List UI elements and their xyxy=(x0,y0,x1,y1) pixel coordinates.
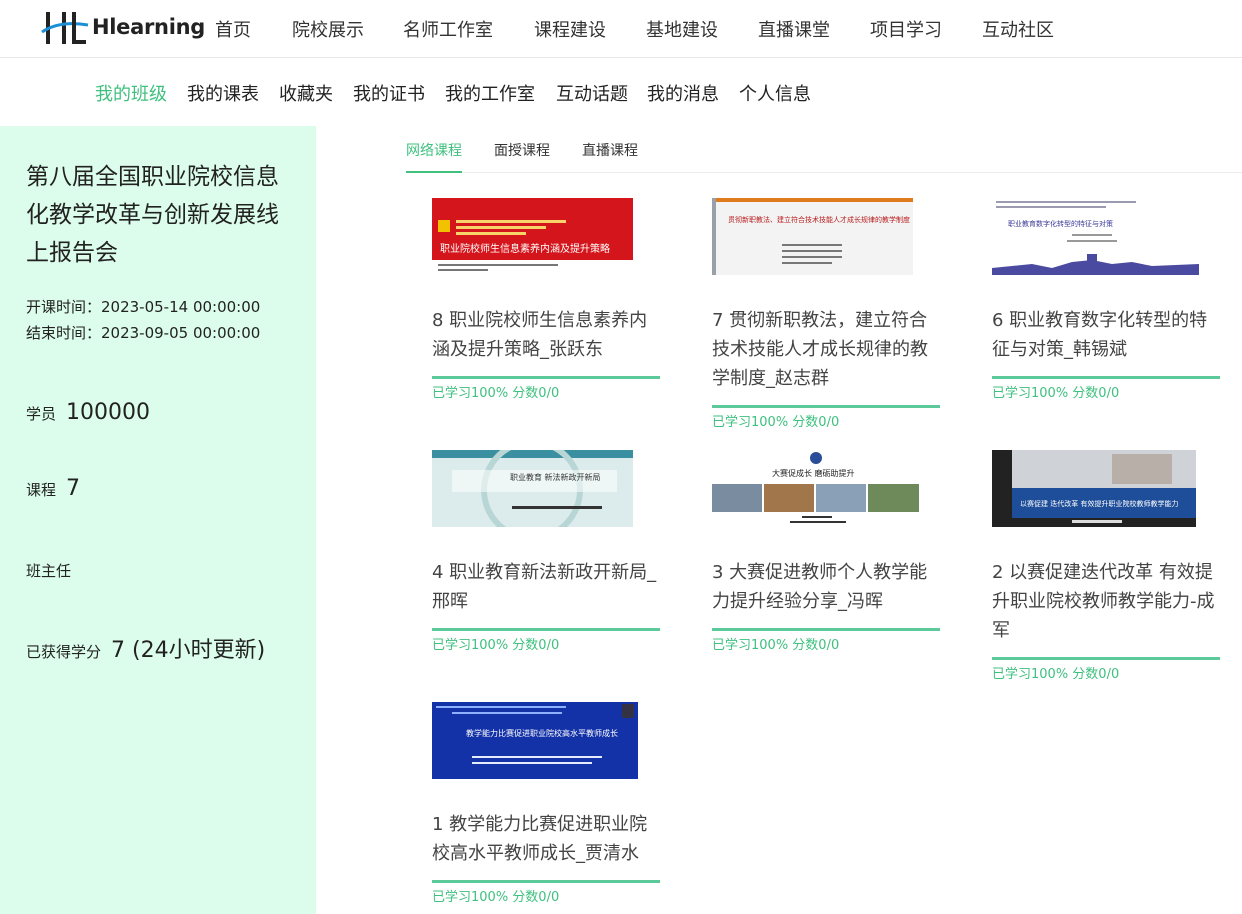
nav-item-project-learning[interactable]: 项目学习 xyxy=(870,16,942,42)
thumb-caption: 以赛促建 迭代改革 有效提升职业院校教师教学能力 xyxy=(1020,499,1178,508)
progress-text: 已学习100% 分数0/0 xyxy=(712,638,840,653)
course-thumbnail[interactable]: 贯彻新职教法、建立符合技术技能人才成长规律的教学制度 xyxy=(712,198,913,275)
course-card[interactable]: 职业院校师生信息素养内涵及提升策略 8 职业院校师生信息素养内涵及提升策略_张跃… xyxy=(432,198,660,408)
students-label: 学员 xyxy=(26,405,57,423)
progress-text: 已学习100% 分数0/0 xyxy=(992,386,1120,401)
tab-offline-courses[interactable]: 面授课程 xyxy=(494,140,550,171)
course-thumbnail[interactable]: 以赛促建 迭代改革 有效提升职业院校教师教学能力 xyxy=(992,450,1196,527)
course-card[interactable]: 职业教育数字化转型的特征与对策 6 职业教育数字化转型的特征与对策_韩锡斌 已学… xyxy=(992,198,1220,408)
end-time: 结束时间：2023-09-05 00:00:00 xyxy=(26,324,261,342)
tab-online-courses[interactable]: 网络课程 xyxy=(406,140,462,173)
credits-value: 7 (24小时更新) xyxy=(111,638,266,663)
logo-wordmark: Hlearning xyxy=(92,15,205,39)
nav-item-community[interactable]: 互动社区 xyxy=(982,16,1054,42)
courses-value: 7 xyxy=(66,476,81,501)
progress-bar xyxy=(992,376,1220,379)
course-thumbnail[interactable]: 职业教育 新法新政开新局 xyxy=(432,450,633,527)
top-navigation-bar: Hlearning 首页 院校展示 名师工作室 课程建设 基地建设 直播课堂 项… xyxy=(0,0,1242,58)
course-title[interactable]: 8 职业院校师生信息素养内涵及提升策略_张跃东 xyxy=(432,306,660,364)
nav-item-home[interactable]: 首页 xyxy=(215,16,251,42)
progress-bar xyxy=(432,628,660,631)
subnav-certificates[interactable]: 我的证书 xyxy=(353,80,425,106)
progress-bar xyxy=(432,376,660,379)
sub-navigation: 我的班级 我的课表 收藏夹 我的证书 我的工作室 互动话题 我的消息 个人信息 xyxy=(0,58,1242,126)
course-card[interactable]: 大赛促成长 磨砺助提升 3 大赛促进教师个人教学能力提升经验分享_冯晖 已学习1… xyxy=(712,450,940,660)
thumb-caption: 大赛促成长 磨砺助提升 xyxy=(772,468,855,478)
course-card[interactable]: 贯彻新职教法、建立符合技术技能人才成长规律的教学制度 7 贯彻新职教法，建立符合… xyxy=(712,198,940,430)
subnav-my-class[interactable]: 我的班级 xyxy=(95,80,167,106)
progress-bar xyxy=(992,657,1220,660)
credits-stat: 已获得学分 7 (24小时更新) xyxy=(26,632,265,664)
nav-item-teacher-studio[interactable]: 名师工作室 xyxy=(403,16,493,42)
course-thumbnail[interactable]: 职业教育数字化转型的特征与对策 xyxy=(992,198,1199,275)
nav-item-course-building[interactable]: 课程建设 xyxy=(534,16,606,42)
thumb-caption: 职业教育数字化转型的特征与对策 xyxy=(1008,219,1113,228)
course-card[interactable]: 以赛促建 迭代改革 有效提升职业院校教师教学能力 2 以赛促建迭代改革 有效提升… xyxy=(992,450,1220,682)
hl-logo-icon xyxy=(41,12,89,44)
nav-item-live-class[interactable]: 直播课堂 xyxy=(758,16,830,42)
thumb-caption: 职业教育 新法新政开新局 xyxy=(510,472,601,482)
progress-bar xyxy=(712,628,940,631)
credits-label: 已获得学分 xyxy=(26,643,102,661)
course-thumbnail[interactable]: 职业院校师生信息素养内涵及提升策略 xyxy=(432,198,633,275)
course-card[interactable]: 教学能力比赛促进职业院校高水平教师成长 1 教学能力比赛促进职业院校高水平教师成… xyxy=(432,702,660,912)
thumb-caption: 教学能力比赛促进职业院校高水平教师成长 xyxy=(466,728,618,738)
students-value: 100000 xyxy=(66,400,150,425)
nav-item-base-building[interactable]: 基地建设 xyxy=(646,16,718,42)
course-title[interactable]: 2 以赛促建迭代改革 有效提升职业院校教师教学能力-成军 xyxy=(992,558,1220,645)
start-time: 开课时间：2023-05-14 00:00:00 xyxy=(26,298,261,316)
progress-bar xyxy=(432,880,660,883)
subnav-profile[interactable]: 个人信息 xyxy=(739,80,811,106)
students-stat: 学员 100000 xyxy=(26,400,150,425)
class-info-panel: 第八届全国职业院校信息化教学改革与创新发展线上报告会 开课时间：2023-05-… xyxy=(0,126,316,914)
course-title[interactable]: 1 教学能力比赛促进职业院校高水平教师成长_贾清水 xyxy=(432,810,660,868)
courses-stat: 课程 7 xyxy=(26,476,80,501)
nav-item-schools[interactable]: 院校展示 xyxy=(292,16,364,42)
course-thumbnail[interactable]: 大赛促成长 磨砺助提升 xyxy=(712,450,919,527)
subnav-my-studio[interactable]: 我的工作室 xyxy=(445,80,535,106)
subnav-messages[interactable]: 我的消息 xyxy=(647,80,719,106)
thumb-caption: 职业院校师生信息素养内涵及提升策略 xyxy=(440,242,610,255)
thumb-caption: 贯彻新职教法、建立符合技术技能人才成长规律的教学制度 xyxy=(728,215,910,224)
site-logo[interactable]: Hlearning xyxy=(40,8,205,48)
progress-text: 已学习100% 分数0/0 xyxy=(712,415,840,430)
subnav-topics[interactable]: 互动话题 xyxy=(556,80,628,106)
tab-live-courses[interactable]: 直播课程 xyxy=(582,140,638,171)
teacher-label: 班主任 xyxy=(26,562,72,580)
course-thumbnail[interactable]: 教学能力比赛促进职业院校高水平教师成长 xyxy=(432,702,638,779)
course-title[interactable]: 4 职业教育新法新政开新局_邢晖 xyxy=(432,558,660,616)
progress-text: 已学习100% 分数0/0 xyxy=(432,638,560,653)
progress-bar xyxy=(712,405,940,408)
course-title[interactable]: 3 大赛促进教师个人教学能力提升经验分享_冯晖 xyxy=(712,558,940,616)
courses-label: 课程 xyxy=(26,481,57,499)
course-type-tabs: 网络课程 面授课程 直播课程 xyxy=(406,126,1242,173)
course-title[interactable]: 7 贯彻新职教法，建立符合技术技能人才成长规律的教学制度_赵志群 xyxy=(712,306,940,393)
course-title[interactable]: 6 职业教育数字化转型的特征与对策_韩锡斌 xyxy=(992,306,1220,364)
course-card[interactable]: 职业教育 新法新政开新局 4 职业教育新法新政开新局_邢晖 已学习100% 分数… xyxy=(432,450,660,660)
class-title: 第八届全国职业院校信息化教学改革与创新发展线上报告会 xyxy=(26,164,279,266)
subnav-favorites[interactable]: 收藏夹 xyxy=(279,80,333,106)
progress-text: 已学习100% 分数0/0 xyxy=(992,667,1120,682)
teacher-stat: 班主任 xyxy=(26,560,71,581)
subnav-my-schedule[interactable]: 我的课表 xyxy=(187,80,259,106)
progress-text: 已学习100% 分数0/0 xyxy=(432,386,560,401)
progress-text: 已学习100% 分数0/0 xyxy=(432,890,560,905)
